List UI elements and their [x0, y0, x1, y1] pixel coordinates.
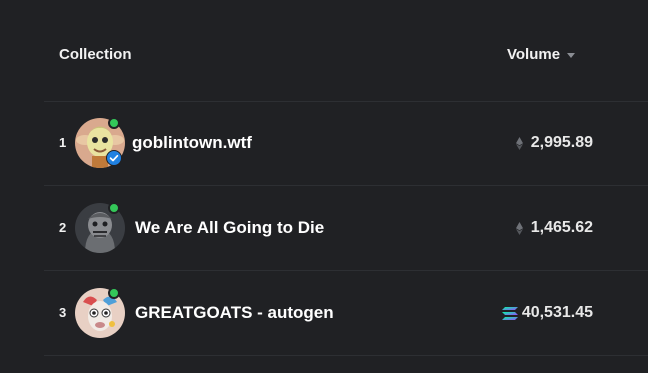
collection-name[interactable]: GREATGOATS - autogen	[135, 303, 334, 323]
rank-number: 1	[59, 135, 67, 150]
collection-column-header: Collection	[59, 46, 132, 63]
volume-value: 1,465.62	[530, 219, 593, 236]
volume-sort-button[interactable]: Volume	[507, 46, 576, 63]
online-status-dot	[108, 202, 120, 214]
collection-volume: 40,531.45	[501, 304, 593, 322]
collection-volume: 2,995.89	[515, 134, 593, 152]
sort-caret-icon	[567, 52, 576, 58]
table-row[interactable]: 1 goblintown.wtf 2,995.89	[44, 101, 648, 186]
verified-badge-icon	[106, 150, 122, 166]
volume-column-header: Volume	[507, 46, 561, 63]
collection-name[interactable]: goblintown.wtf	[132, 133, 252, 153]
table-header: Collection Volume	[44, 0, 648, 102]
solana-icon	[501, 306, 518, 320]
table-row[interactable]: 3 GREATGOATS - autogen 40,531.45	[44, 271, 648, 356]
collections-table: Collection Volume 1 goblintown.wtf 2,995…	[0, 0, 648, 373]
rank-number: 2	[59, 220, 67, 235]
collection-name[interactable]: We Are All Going to Die	[135, 218, 324, 238]
eth-icon	[515, 221, 523, 235]
online-status-dot	[108, 287, 120, 299]
eth-icon	[515, 136, 523, 150]
table-row[interactable]: 2 We Are All Going to Die 1,465.62	[44, 186, 648, 271]
collection-volume: 1,465.62	[515, 219, 593, 237]
volume-value: 2,995.89	[530, 134, 593, 151]
online-status-dot	[108, 117, 120, 129]
volume-value: 40,531.45	[521, 304, 593, 321]
rank-number: 3	[59, 305, 67, 320]
